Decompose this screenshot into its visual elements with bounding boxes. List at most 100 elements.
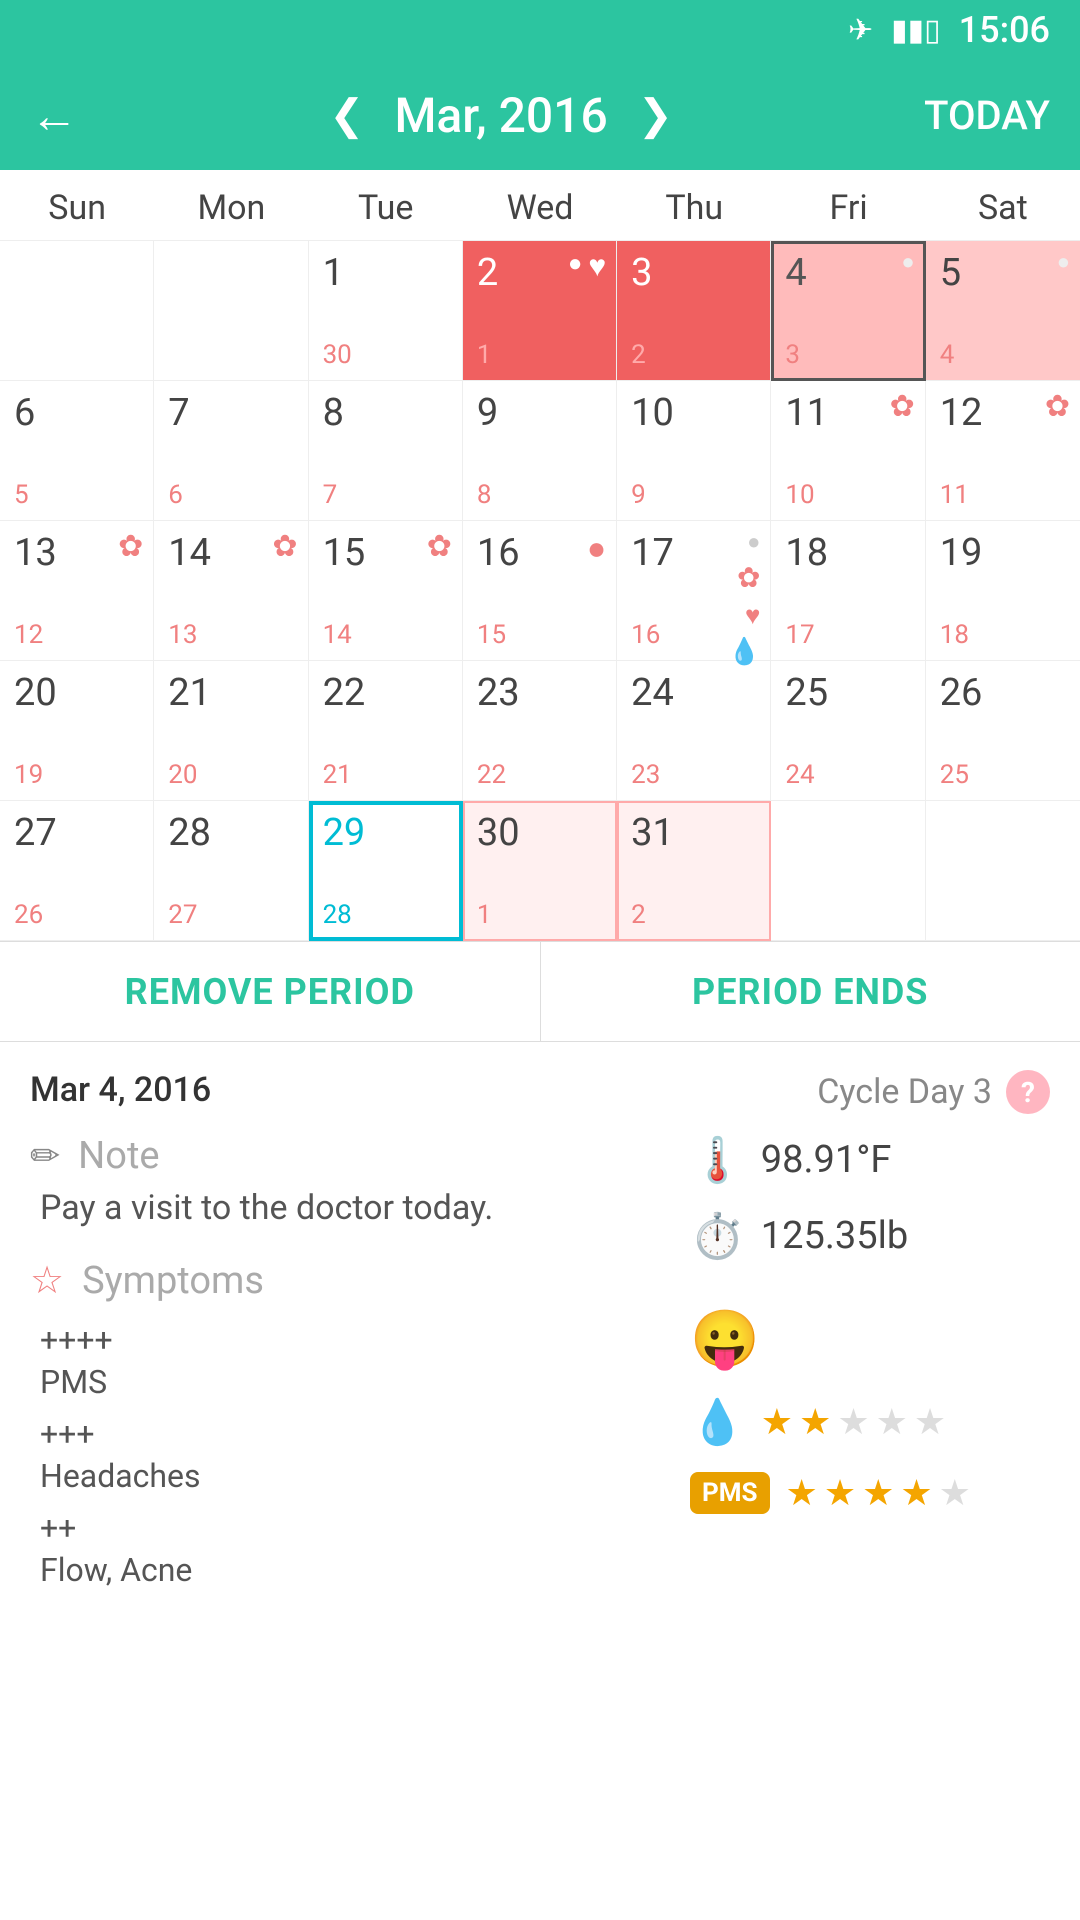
cal-cell-7[interactable]: 7 6 (154, 381, 308, 521)
date-number: 8 (323, 391, 344, 435)
date-sub: 9 (631, 480, 646, 510)
cal-cell-29[interactable]: 29 28 (309, 801, 463, 941)
cal-cell-12[interactable]: ✿ 12 11 (926, 381, 1080, 521)
drop-icon: ● (587, 529, 606, 567)
calendar: Sun Mon Tue Wed Thu Fri Sat 1 30 ● ♥ 2 1… (0, 170, 1080, 942)
date-number: 21 (168, 671, 211, 715)
cal-cell-26[interactable]: 26 25 (926, 661, 1080, 801)
help-button[interactable]: ? (1006, 1070, 1050, 1114)
cal-cell-24[interactable]: 24 23 (617, 661, 771, 801)
date-number: 16 (477, 531, 520, 575)
cal-cell-17[interactable]: ● ✿ ♥ 💧 17 16 (617, 521, 771, 661)
cal-cell-3[interactable]: 3 2 (617, 241, 771, 381)
date-number: 2 (477, 251, 498, 295)
cal-cell-4[interactable]: ● 4 3 (771, 241, 925, 381)
cal-cell-11[interactable]: ✿ 11 10 (771, 381, 925, 521)
date-number: 19 (940, 531, 983, 575)
period-ends-button[interactable]: PERIOD ENDS (541, 942, 1080, 1041)
date-sub: 11 (940, 480, 969, 510)
date-sub: 30 (323, 340, 352, 370)
cal-cell-15[interactable]: ✿ 15 14 (309, 521, 463, 661)
date-sub: 3 (785, 340, 800, 370)
cal-cell-10[interactable]: 10 9 (617, 381, 771, 521)
cal-cell-23[interactable]: 23 22 (463, 661, 617, 801)
date-sub: 8 (477, 480, 492, 510)
cal-cell-2[interactable]: ● ♥ 2 1 (463, 241, 617, 381)
cell-icons: ● (1057, 249, 1070, 275)
dot-icon: ● (1057, 249, 1070, 275)
date-sub: 16 (631, 620, 660, 650)
cal-cell-31[interactable]: 31 2 (617, 801, 771, 941)
status-time: 15:06 (959, 9, 1050, 51)
date-sub: 4 (940, 340, 955, 370)
cell-icons: ✿ (272, 529, 297, 564)
cal-cell-21[interactable]: 21 20 (154, 661, 308, 801)
cal-cell-8[interactable]: 8 7 (309, 381, 463, 521)
date-sub: 14 (323, 620, 352, 650)
flower-icon: ✿ (272, 529, 297, 564)
prev-month-button[interactable]: ❮ (329, 90, 364, 140)
status-icons: ✈ ▮▮▯ 15:06 (848, 9, 1050, 51)
back-button[interactable]: ← (30, 87, 78, 144)
date-number: 29 (323, 811, 366, 855)
pencil-icon: ✏ (30, 1135, 60, 1177)
cal-cell-22[interactable]: 22 21 (309, 661, 463, 801)
date-number: 18 (785, 531, 828, 575)
star-filled: ★ (900, 1472, 932, 1514)
date-sub: 2 (631, 900, 646, 930)
left-info-column: ✏ Note Pay a visit to the doctor today. … (30, 1134, 690, 1589)
cal-cell-6[interactable]: 6 5 (0, 381, 154, 521)
cal-cell-1[interactable]: 1 30 (309, 241, 463, 381)
next-month-button[interactable]: ❯ (638, 90, 673, 140)
star-filled: ★ (786, 1472, 818, 1514)
heart-icon: ♥ (588, 249, 606, 284)
date-sub: 10 (785, 480, 814, 510)
star-empty: ★ (876, 1401, 908, 1443)
cal-cell-28[interactable]: 28 27 (154, 801, 308, 941)
temperature-value: 98.91°F (761, 1138, 892, 1182)
star-empty: ★ (914, 1401, 946, 1443)
cal-cell-14[interactable]: ✿ 14 13 (154, 521, 308, 661)
date-number: 17 (631, 531, 674, 575)
cal-cell-16[interactable]: ● 16 15 (463, 521, 617, 661)
date-number: 24 (631, 671, 674, 715)
symptom-name-headaches: Headaches (40, 1457, 690, 1495)
today-button[interactable]: TODAY (924, 92, 1050, 139)
stars-4: ★ ★ ★ ★ ★ (786, 1472, 971, 1514)
date-sub: 1 (477, 340, 492, 370)
star-filled: ★ (862, 1472, 894, 1514)
month-nav: ❮ Mar, 2016 ❯ (329, 87, 673, 144)
date-sub: 2 (631, 340, 646, 370)
cal-cell-13[interactable]: ✿ 13 12 (0, 521, 154, 661)
symptom-item: ++++ (40, 1321, 690, 1359)
cal-cell-20[interactable]: 20 19 (0, 661, 154, 801)
main-info-section: ✏ Note Pay a visit to the doctor today. … (0, 1114, 1080, 1609)
cal-cell-empty (771, 801, 925, 941)
cal-cell-25[interactable]: 25 24 (771, 661, 925, 801)
date-number: 31 (631, 811, 674, 855)
cell-icons: ✿ (890, 389, 915, 424)
cal-cell-19[interactable]: 19 18 (926, 521, 1080, 661)
dot-icon: ● (747, 529, 760, 555)
cell-icons: ● (587, 529, 606, 567)
cal-cell-18[interactable]: 18 17 (771, 521, 925, 661)
dot-icon: ● (568, 249, 583, 284)
calendar-header: Sun Mon Tue Wed Thu Fri Sat (0, 170, 1080, 241)
action-buttons: REMOVE PERIOD PERIOD ENDS (0, 942, 1080, 1042)
cell-icons: ● ✿ ♥ 💧 (728, 529, 760, 667)
cal-cell-5[interactable]: ● 5 4 (926, 241, 1080, 381)
cal-cell-27[interactable]: 27 26 (0, 801, 154, 941)
date-sub: 26 (14, 900, 43, 930)
header: ← ❮ Mar, 2016 ❯ TODAY (0, 60, 1080, 170)
remove-period-button[interactable]: REMOVE PERIOD (0, 942, 541, 1041)
date-sub: 5 (14, 480, 29, 510)
cal-cell-9[interactable]: 9 8 (463, 381, 617, 521)
date-number: 25 (785, 671, 828, 715)
cal-cell-30[interactable]: 30 1 (463, 801, 617, 941)
cycle-day-text: Cycle Day 3 (817, 1072, 992, 1112)
cal-cell-empty (0, 241, 154, 381)
heart-icon: ♥ (745, 600, 760, 631)
date-sub: 21 (323, 760, 352, 790)
date-sub: 28 (323, 900, 352, 930)
mood-row: 😛 (690, 1306, 1050, 1372)
